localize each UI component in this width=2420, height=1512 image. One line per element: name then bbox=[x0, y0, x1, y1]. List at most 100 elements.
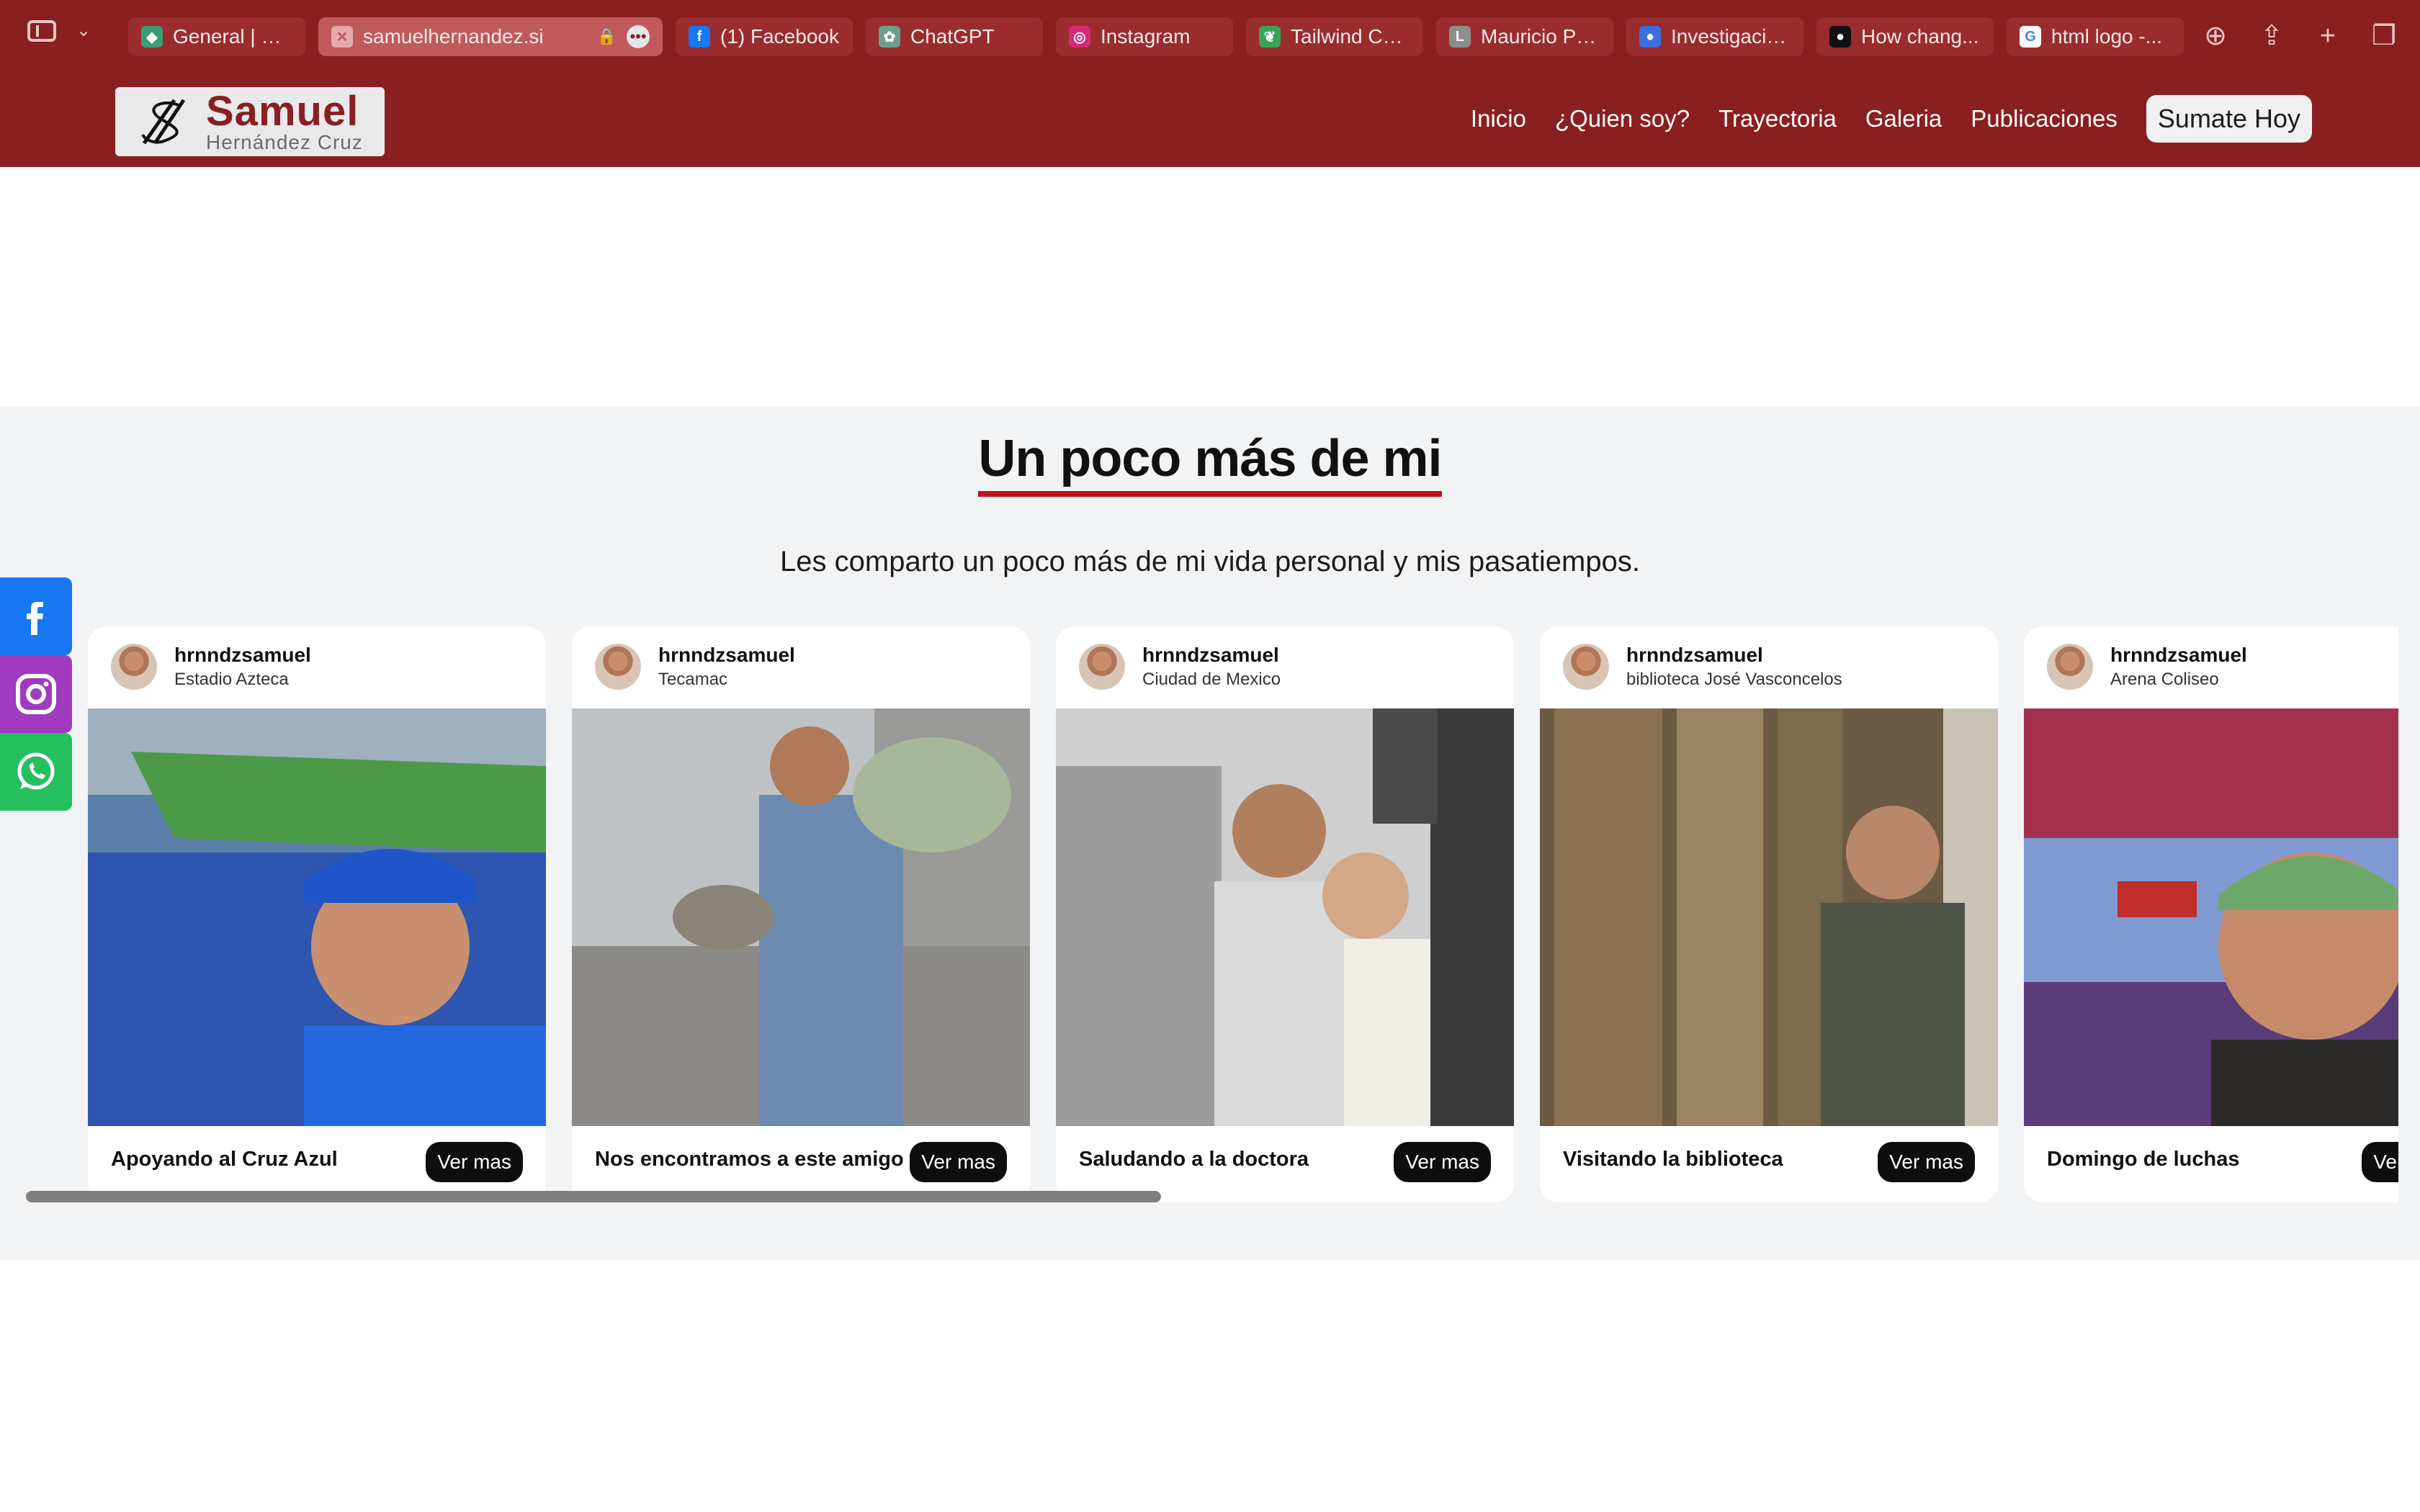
facebook-button[interactable] bbox=[0, 577, 72, 655]
section-title-wrap: Un poco más de mi bbox=[0, 429, 2420, 497]
ver-mas-button[interactable]: Ver mas bbox=[2362, 1142, 2398, 1182]
ver-mas-button[interactable]: Ver mas bbox=[1878, 1142, 1975, 1182]
nav-link-quien-soy[interactable]: ¿Quien soy? bbox=[1555, 105, 1690, 132]
ver-mas-button[interactable]: Ver mas bbox=[1394, 1142, 1491, 1182]
chevron-down-icon[interactable]: ⌄ bbox=[76, 22, 91, 40]
ver-mas-button[interactable]: Ver mas bbox=[426, 1142, 523, 1182]
circle-icon: ● bbox=[1639, 26, 1661, 48]
browser-tab[interactable]: ◎ Instagram bbox=[1056, 17, 1233, 56]
new-tab-icon[interactable]: + bbox=[2313, 19, 2342, 53]
nav-link-trayectoria[interactable]: Trayectoria bbox=[1718, 105, 1837, 132]
post-photo-stadium bbox=[88, 708, 546, 1126]
main-nav: Inicio ¿Quien soy? Trayectoria Galeria P… bbox=[1471, 95, 2312, 143]
section-subtitle: Les comparto un poco más de mi vida pers… bbox=[780, 546, 1640, 577]
post-card: hrnndzsamuel Estadio Azteca Apoyando al … bbox=[88, 626, 546, 1202]
google-icon: G bbox=[2020, 26, 2041, 48]
photo-carousel[interactable]: hrnndzsamuel Estadio Azteca Apoyando al … bbox=[88, 626, 2398, 1202]
post-caption: Visitando la biblioteca bbox=[1563, 1148, 1783, 1171]
post-username[interactable]: hrnndzsamuel bbox=[1142, 644, 1279, 667]
tab-strip: ◆ General | Sit... ✕ samuelhernandez.si … bbox=[128, 17, 2184, 56]
post-header: hrnndzsamuel biblioteca José Vasconcelos bbox=[1540, 626, 1998, 708]
facebook-icon: f bbox=[689, 26, 710, 48]
leaf-icon: ❦ bbox=[1259, 26, 1281, 48]
logo-subtitle: Hernández Cruz bbox=[206, 131, 363, 153]
avatar bbox=[111, 644, 157, 690]
chrome-left-controls: ⌄ bbox=[27, 20, 91, 42]
logo-name: Samuel bbox=[206, 88, 359, 135]
post-header: hrnndzsamuel Tecamac bbox=[572, 626, 1030, 708]
sidebar-toggle-icon[interactable] bbox=[27, 20, 56, 42]
post-photo-arena bbox=[2024, 708, 2398, 1126]
browser-tab-active[interactable]: ✕ samuelhernandez.si 🔒 ••• bbox=[318, 17, 663, 56]
post-location: Arena Coliseo bbox=[2110, 670, 2219, 689]
site-logo[interactable]: Samuel Hernández Cruz bbox=[115, 87, 385, 156]
post-location: Ciudad de Mexico bbox=[1142, 670, 1281, 689]
chrome-right-controls: ⊕ ⇪ + ❐ bbox=[2201, 19, 2398, 53]
browser-tab[interactable]: ● Investigacio... bbox=[1626, 17, 1803, 56]
tab-title: Mauricio Po... bbox=[1481, 25, 1600, 48]
post-header: hrnndzsamuel Ciudad de Mexico bbox=[1056, 626, 1514, 708]
nav-link-inicio[interactable]: Inicio bbox=[1471, 105, 1526, 132]
close-icon[interactable]: ✕ bbox=[331, 26, 353, 48]
avatar bbox=[1563, 644, 1609, 690]
post-card: hrnndzsamuel Arena Coliseo Domingo de lu… bbox=[2024, 626, 2398, 1202]
carousel-scrollbar[interactable] bbox=[26, 1191, 1161, 1202]
download-icon[interactable]: ⊕ bbox=[2201, 19, 2230, 53]
browser-tab[interactable]: G html logo -... bbox=[2007, 17, 2184, 56]
github-icon: ● bbox=[1829, 26, 1851, 48]
whatsapp-button[interactable] bbox=[0, 733, 72, 811]
browser-tab[interactable]: ✿ ChatGPT bbox=[866, 17, 1043, 56]
card-track: hrnndzsamuel Estadio Azteca Apoyando al … bbox=[88, 626, 2398, 1202]
browser-tab[interactable]: L Mauricio Po... bbox=[1436, 17, 1613, 56]
tab-title: Instagram bbox=[1101, 25, 1191, 48]
section-title: Un poco más de mi bbox=[978, 429, 1443, 497]
tab-title: How chang... bbox=[1861, 25, 1979, 48]
sumate-hoy-button[interactable]: Sumate Hoy bbox=[2146, 95, 2312, 143]
tab-title: samuelhernandez.si bbox=[363, 25, 544, 48]
instagram-icon bbox=[16, 674, 56, 714]
post-username[interactable]: hrnndzsamuel bbox=[2110, 644, 2247, 667]
nav-link-galeria[interactable]: Galeria bbox=[1865, 105, 1942, 132]
nav-link-publicaciones[interactable]: Publicaciones bbox=[1971, 105, 2118, 132]
post-card: hrnndzsamuel biblioteca José Vasconcelos… bbox=[1540, 626, 1998, 1202]
browser-tab[interactable]: ◆ General | Sit... bbox=[128, 17, 305, 56]
post-location: biblioteca José Vasconcelos bbox=[1626, 670, 1842, 689]
post-caption: Saludando a la doctora bbox=[1079, 1148, 1309, 1171]
post-location: Tecamac bbox=[658, 670, 728, 689]
browser-tab[interactable]: ❦ Tailwind CS... bbox=[1246, 17, 1423, 56]
post-photo-cat bbox=[572, 708, 1030, 1126]
instagram-icon: ◎ bbox=[1069, 26, 1090, 48]
browser-tab[interactable]: f (1) Facebook bbox=[676, 17, 853, 56]
avatar bbox=[2047, 644, 2093, 690]
more-icon[interactable]: ••• bbox=[627, 25, 650, 48]
post-username[interactable]: hrnndzsamuel bbox=[174, 644, 311, 667]
share-icon[interactable]: ⇪ bbox=[2257, 19, 2286, 53]
whatsapp-icon bbox=[17, 752, 55, 790]
letter-l-icon: L bbox=[1449, 26, 1471, 48]
post-caption: Apoyando al Cruz Azul bbox=[111, 1148, 338, 1171]
avatar bbox=[595, 644, 641, 690]
tab-title: General | Sit... bbox=[173, 25, 292, 48]
post-username[interactable]: hrnndzsamuel bbox=[1626, 644, 1763, 667]
post-header: hrnndzsamuel Estadio Azteca bbox=[88, 626, 546, 708]
tab-title: (1) Facebook bbox=[720, 25, 839, 48]
site-header: Samuel Hernández Cruz Inicio ¿Quien soy?… bbox=[0, 72, 2420, 167]
tab-overview-icon[interactable]: ❐ bbox=[2370, 19, 2398, 53]
tab-title: Investigacio... bbox=[1671, 25, 1791, 48]
browser-tab[interactable]: ● How chang... bbox=[1816, 17, 1994, 56]
about-section: Un poco más de mi Les comparto un poco m… bbox=[0, 406, 2420, 1260]
tab-title: ChatGPT bbox=[910, 25, 995, 48]
lock-icon: 🔒 bbox=[596, 27, 617, 45]
post-caption: Nos encontramos a este amigo bbox=[595, 1148, 904, 1171]
openai-icon: ✿ bbox=[879, 26, 900, 48]
facebook-icon bbox=[27, 602, 43, 635]
post-username[interactable]: hrnndzsamuel bbox=[658, 644, 795, 667]
instagram-button[interactable] bbox=[0, 655, 72, 733]
post-photo-crowd bbox=[1056, 708, 1514, 1126]
browser-toolbar: ⌄ ◆ General | Sit... ✕ samuelhernandez.s… bbox=[0, 0, 2420, 72]
post-footer: Visitando la biblioteca Ver mas bbox=[1540, 1126, 1998, 1202]
ver-mas-button[interactable]: Ver mas bbox=[910, 1142, 1007, 1182]
tab-title: Tailwind CS... bbox=[1291, 25, 1410, 48]
avatar bbox=[1079, 644, 1125, 690]
post-caption: Domingo de luchas bbox=[2047, 1148, 2240, 1171]
